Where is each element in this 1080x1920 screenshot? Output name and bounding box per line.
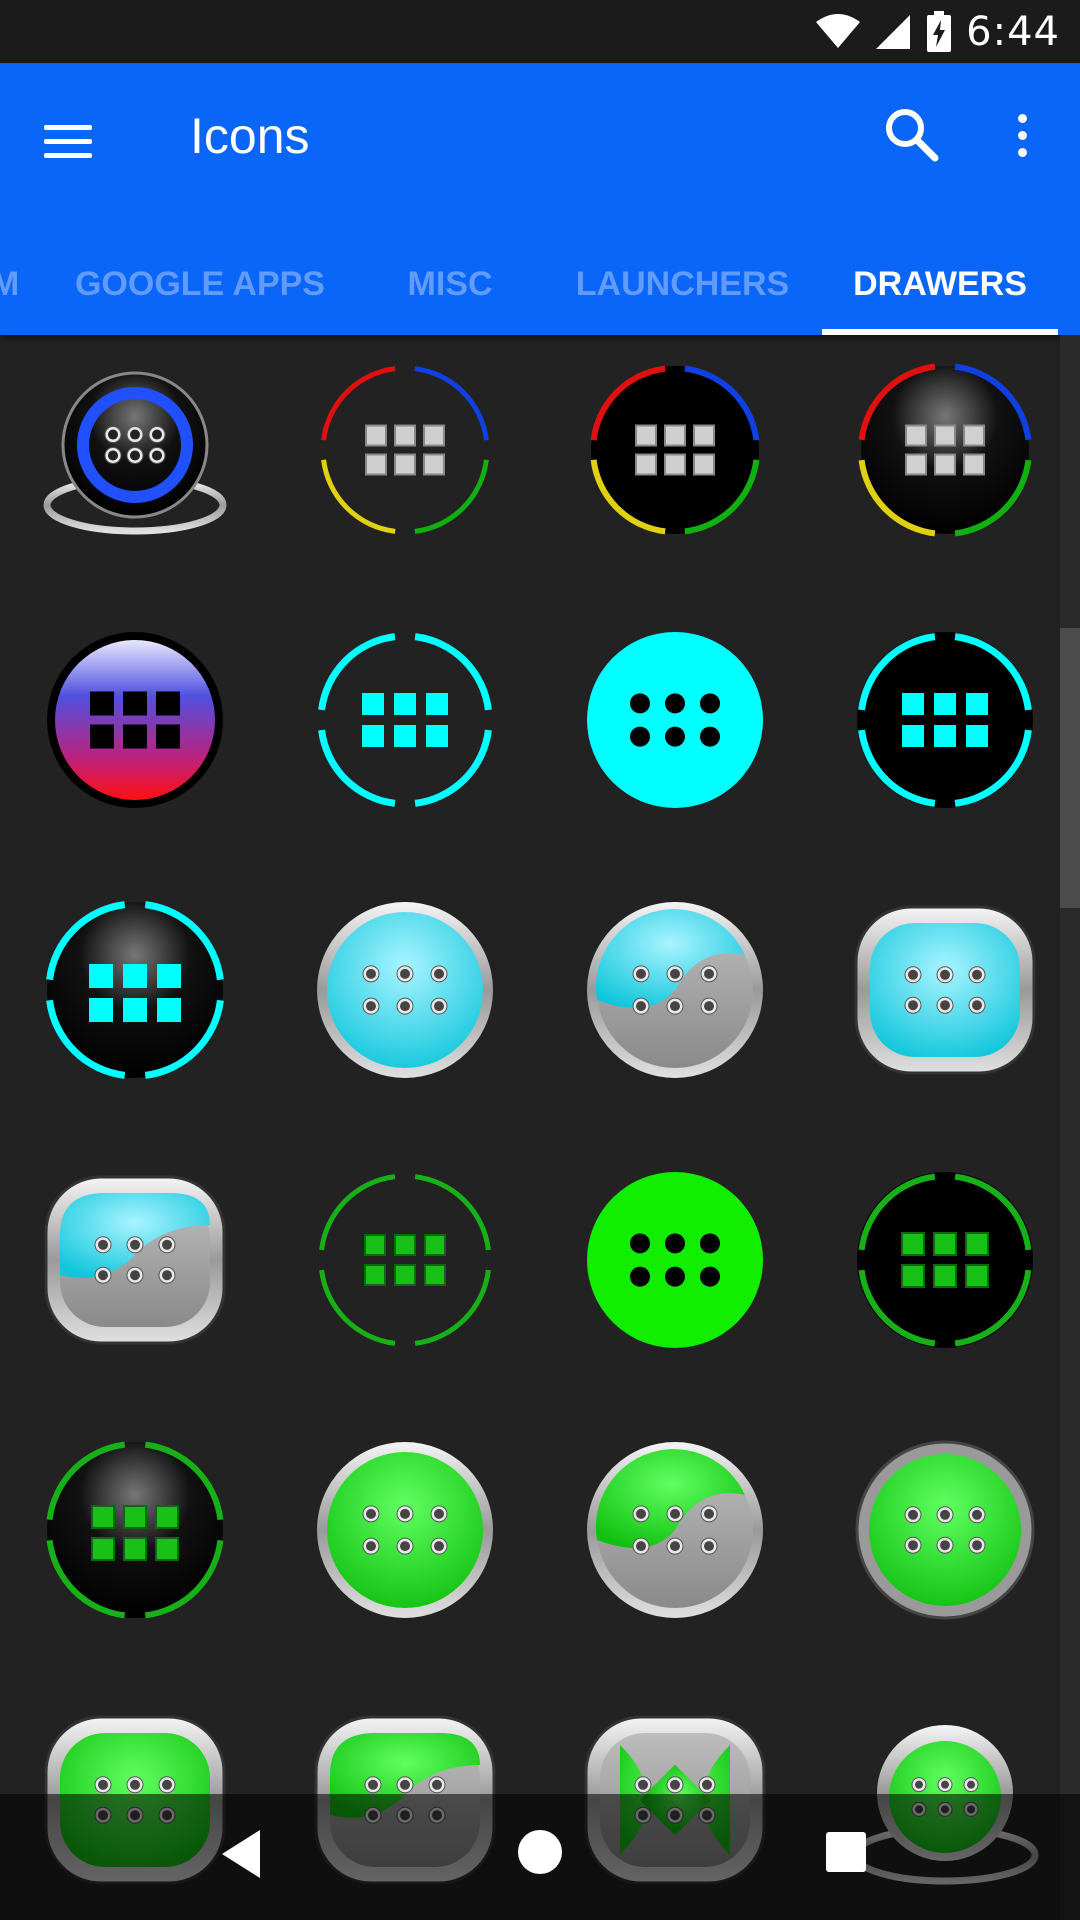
wifi-icon xyxy=(816,13,861,48)
home-icon[interactable] xyxy=(518,1830,562,1874)
icon-grid xyxy=(0,335,1060,1920)
drawer-icon-solid-cyan-dots[interactable] xyxy=(580,625,770,815)
drawer-icon-solid-green-dots[interactable] xyxy=(580,1165,770,1355)
drawer-icon-ring-green-outline-grid[interactable] xyxy=(310,1165,500,1355)
tab-partial[interactable]: M xyxy=(0,233,20,335)
drawer-icon-glossy-black-green-grid[interactable] xyxy=(40,1435,230,1625)
status-icons: 6:44 xyxy=(816,0,1060,63)
scrollbar-track[interactable] xyxy=(1060,335,1080,1920)
page-title: Icons xyxy=(190,108,310,164)
nav-bar xyxy=(0,1794,1080,1920)
drawer-icon-gear-green-dots[interactable] xyxy=(850,1435,1040,1625)
tab-drawers[interactable]: DRAWERS xyxy=(840,233,1040,335)
app-bar: Icons M GOOGLE APPS MISC LAUNCHERS DRAWE… xyxy=(0,63,1080,335)
cell-signal-icon xyxy=(876,14,911,49)
drawer-icon-gradient-blue-red-grid[interactable] xyxy=(40,625,230,815)
back-icon[interactable] xyxy=(212,1824,272,1884)
drawer-icon-green-silver-wave[interactable] xyxy=(580,1435,770,1625)
search-icon[interactable] xyxy=(880,103,944,167)
scrollbar-thumb[interactable] xyxy=(1060,628,1080,908)
status-time: 6:44 xyxy=(966,8,1060,55)
recents-icon[interactable] xyxy=(826,1832,866,1872)
drawer-icon-chrome-cyan-silver-wave[interactable] xyxy=(40,1165,230,1355)
battery-charging-icon xyxy=(927,10,952,52)
tab-google-apps[interactable]: GOOGLE APPS xyxy=(60,233,340,335)
tab-launchers[interactable]: LAUNCHERS xyxy=(570,233,795,335)
tab-strip: M GOOGLE APPS MISC LAUNCHERS DRAWERS xyxy=(0,233,1080,335)
drawer-icon-glossy-green-dots[interactable] xyxy=(310,1435,500,1625)
drawer-icon-ring-rgby-black-grid[interactable] xyxy=(580,355,770,545)
drawer-icon-glossy-black-cyan-grid[interactable] xyxy=(40,895,230,1085)
drawer-icon-ring-rgby-silver-grid[interactable] xyxy=(310,355,500,545)
drawer-icon-chrome-cyan-frame[interactable] xyxy=(850,895,1040,1085)
status-bar: 6:44 xyxy=(0,0,1080,63)
drawer-icon-ring-cyan-black-grid[interactable] xyxy=(850,625,1040,815)
drawer-icon-glossy-cyan-dots[interactable] xyxy=(310,895,500,1085)
tab-misc[interactable]: MISC xyxy=(390,233,510,335)
more-vert-icon[interactable] xyxy=(1000,103,1044,167)
drawer-icon-ring-green-black-grid[interactable] xyxy=(850,1165,1040,1355)
drawer-icon-ring-rgby-glossy-grid[interactable] xyxy=(850,355,1040,545)
drawer-icon-chrome-blue-dome[interactable] xyxy=(40,355,230,545)
drawer-icon-ring-cyan-outline-grid[interactable] xyxy=(310,625,500,815)
drawer-icon-cyan-silver-wave[interactable] xyxy=(580,895,770,1085)
hamburger-menu-icon[interactable] xyxy=(44,111,104,171)
